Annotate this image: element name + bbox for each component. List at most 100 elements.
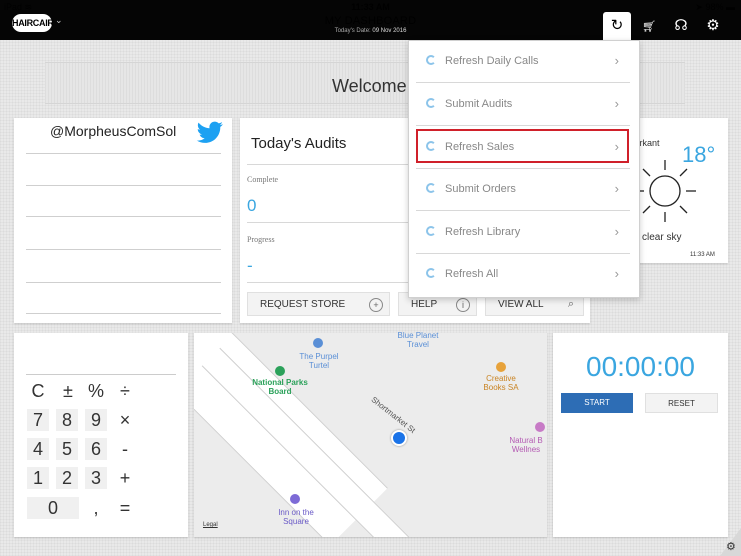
calc-key-equals[interactable]: =	[114, 497, 136, 519]
welcome-text: Welcome	[332, 76, 407, 96]
twitter-bird-icon	[196, 121, 223, 143]
tweet-divider	[26, 282, 221, 283]
refresh-button[interactable]: ↻	[603, 12, 631, 40]
calc-key-multiply[interactable]: ×	[114, 409, 136, 431]
menu-item-label: Refresh Daily Calls	[445, 55, 539, 67]
poi-national-parks[interactable]: National Parks Board	[252, 378, 308, 396]
battery-percent: 98%	[705, 2, 724, 12]
view-all-label: VIEW ALL	[498, 299, 544, 310]
complete-label: Complete	[247, 175, 279, 184]
calc-key-7[interactable]: 7	[27, 409, 49, 431]
calc-key-4[interactable]: 4	[27, 438, 49, 460]
sync-icon	[426, 183, 436, 193]
twitter-handle[interactable]: @MorpheusComSol	[50, 123, 176, 139]
chevron-right-icon: ›	[614, 181, 619, 196]
map-legal-link[interactable]: Legal	[203, 522, 218, 528]
progress-label: Progress	[247, 235, 275, 244]
chevron-right-icon: ›	[614, 266, 619, 281]
plus-icon: +	[369, 298, 383, 312]
battery-icon: ▬	[726, 2, 735, 12]
cart-button[interactable]: 🛒︎	[636, 13, 662, 39]
start-button[interactable]: START	[561, 393, 633, 413]
calc-key-5[interactable]: 5	[56, 438, 78, 460]
date-value: 09 Nov 2016	[372, 28, 407, 34]
calc-key-sign[interactable]: ±	[57, 380, 79, 402]
menu-item-submit-orders[interactable]: Submit Orders ›	[408, 169, 638, 211]
calc-key-decimal[interactable]: ,	[85, 497, 107, 519]
audits-title: Today's Audits	[251, 135, 347, 152]
map-widget[interactable]	[194, 333, 547, 537]
chevron-right-icon: ›	[614, 53, 619, 68]
progress-value: -	[247, 256, 253, 275]
poi-creative-books[interactable]: Creative Books SA	[475, 374, 527, 392]
menu-item-label: Submit Audits	[445, 98, 513, 110]
search-icon: ⌕	[567, 298, 575, 310]
calc-key-8[interactable]: 8	[56, 409, 78, 431]
chevron-right-icon: ›	[614, 224, 619, 239]
sync-icon	[426, 98, 436, 108]
menu-item-label: Refresh All	[445, 268, 499, 280]
calc-key-clear[interactable]: C	[27, 380, 49, 402]
calc-key-1[interactable]: 1	[27, 467, 49, 489]
calc-key-0[interactable]: 0	[27, 497, 79, 519]
weather-description: clear sky	[642, 232, 682, 243]
help-label: HELP	[411, 299, 438, 310]
poi-natural-b[interactable]: Natural B Wellnes	[503, 436, 549, 454]
poi-pin-icon	[290, 494, 300, 504]
location-arrow-icon: ➤	[695, 2, 703, 12]
headset-icon: ☊	[674, 17, 688, 34]
poi-pin-icon	[496, 362, 506, 372]
divider	[247, 164, 417, 165]
twitter-widget	[14, 118, 232, 323]
divider	[247, 282, 417, 283]
request-store-button[interactable]: REQUEST STORE +	[247, 292, 390, 316]
tweet-divider	[26, 216, 221, 217]
calc-key-divide[interactable]: ÷	[114, 380, 136, 402]
gear-icon[interactable]: ⚙	[726, 540, 736, 553]
weather-time: 11:33 AM	[690, 252, 715, 258]
tweet-divider	[26, 249, 221, 250]
tweet-divider	[26, 313, 221, 314]
menu-divider	[416, 125, 630, 126]
selection-highlight	[416, 129, 629, 163]
date-label: Today's Date:	[334, 28, 371, 34]
calculator-display	[26, 374, 176, 375]
current-location-dot	[391, 430, 407, 446]
cart-icon: 🛒︎	[642, 21, 656, 33]
menu-item-refresh-library[interactable]: Refresh Library ›	[408, 212, 638, 254]
menu-item-refresh-all[interactable]: Refresh All ›	[408, 254, 638, 296]
timer-display: 00:00:00	[586, 351, 695, 382]
calc-key-6[interactable]: 6	[85, 438, 107, 460]
menu-item-label: Refresh Library	[445, 226, 521, 238]
calc-key-3[interactable]: 3	[85, 467, 107, 489]
menu-item-label: Submit Orders	[445, 183, 516, 195]
gear-icon: ⚙	[706, 17, 720, 34]
sync-icon	[426, 55, 436, 65]
calc-key-9[interactable]: 9	[85, 409, 107, 431]
calc-key-2[interactable]: 2	[56, 467, 78, 489]
calc-key-plus[interactable]: +	[114, 467, 136, 489]
menu-divider	[416, 210, 630, 211]
refresh-icon: ↻	[610, 17, 624, 34]
status-battery: ➤ 98% ▬	[695, 2, 735, 13]
poi-blue-planet[interactable]: Blue Planet Travel	[393, 331, 443, 349]
poi-pin-icon	[535, 422, 545, 432]
status-time: 11:33 AM	[351, 2, 390, 12]
menu-divider	[416, 82, 630, 83]
menu-item-submit-audits[interactable]: Submit Audits ›	[408, 84, 638, 126]
sync-icon	[426, 226, 436, 236]
chevron-right-icon: ›	[614, 96, 619, 111]
request-store-label: REQUEST STORE	[260, 299, 346, 310]
info-icon: i	[456, 298, 470, 312]
poi-inn-on-square[interactable]: Inn on the Square	[268, 508, 324, 526]
settings-button[interactable]: ⚙	[700, 13, 726, 39]
poi-pin-icon	[313, 338, 323, 348]
tweet-divider	[26, 185, 221, 186]
menu-item-refresh-daily-calls[interactable]: Refresh Daily Calls ›	[408, 41, 638, 83]
calc-key-percent[interactable]: %	[85, 380, 107, 402]
calc-key-minus[interactable]: -	[114, 438, 136, 460]
reset-button[interactable]: RESET	[645, 393, 718, 413]
support-button[interactable]: ☊	[668, 13, 694, 39]
divider	[247, 222, 417, 223]
poi-purpel-turtel[interactable]: The Purpel Turtel	[293, 352, 345, 370]
